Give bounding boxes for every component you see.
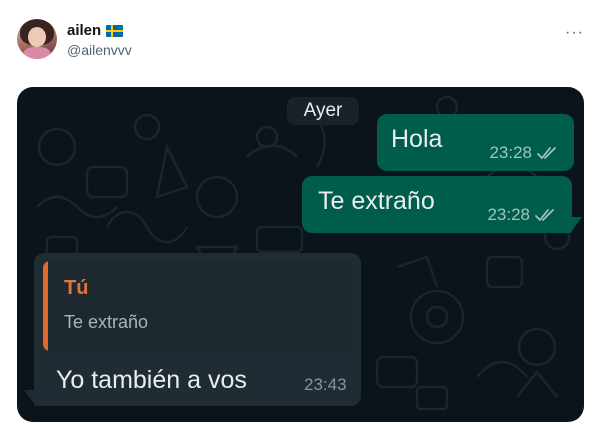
read-double-check-icon	[537, 147, 556, 159]
read-double-check-icon	[535, 209, 554, 221]
message-meta: 23:28	[489, 143, 560, 163]
message-meta: 23:28	[487, 205, 558, 225]
avatar[interactable]	[17, 19, 57, 59]
chat-screenshot-image[interactable]: Ayer Hola 23:28 Te extraño 23:28 Tú Te e…	[17, 87, 584, 422]
message-text: Hola	[391, 125, 443, 153]
more-options-icon[interactable]: ···	[565, 24, 584, 42]
message-time: 23:43	[304, 375, 347, 394]
author-name[interactable]: ailen	[67, 22, 101, 39]
message-bubble-incoming[interactable]: Tú Te extraño Yo también a vos 23:43	[34, 253, 361, 406]
message-text: Te extraño	[318, 187, 435, 215]
author-handle[interactable]: @ailenvvv	[67, 42, 132, 58]
sweden-flag-icon	[106, 24, 124, 37]
quote-accent-bar	[43, 261, 48, 351]
message-text: Yo también a vos	[56, 366, 247, 394]
message-bubble-outgoing[interactable]: Hola 23:28	[377, 114, 574, 171]
quoted-text: Te extraño	[64, 312, 149, 332]
message-time: 23:28	[487, 205, 530, 224]
tweet-header: ailen @ailenvvv ···	[0, 0, 600, 80]
date-divider-pill: Ayer	[287, 97, 359, 125]
bubble-tail	[570, 217, 582, 233]
message-time: 23:28	[489, 143, 532, 162]
message-bubble-outgoing[interactable]: Te extraño 23:28	[302, 176, 572, 233]
author-name-row: ailen	[67, 22, 124, 39]
quoted-message[interactable]: Tú Te extraño	[43, 261, 352, 351]
quoted-author: Tú	[64, 277, 89, 299]
bubble-tail	[24, 390, 36, 406]
